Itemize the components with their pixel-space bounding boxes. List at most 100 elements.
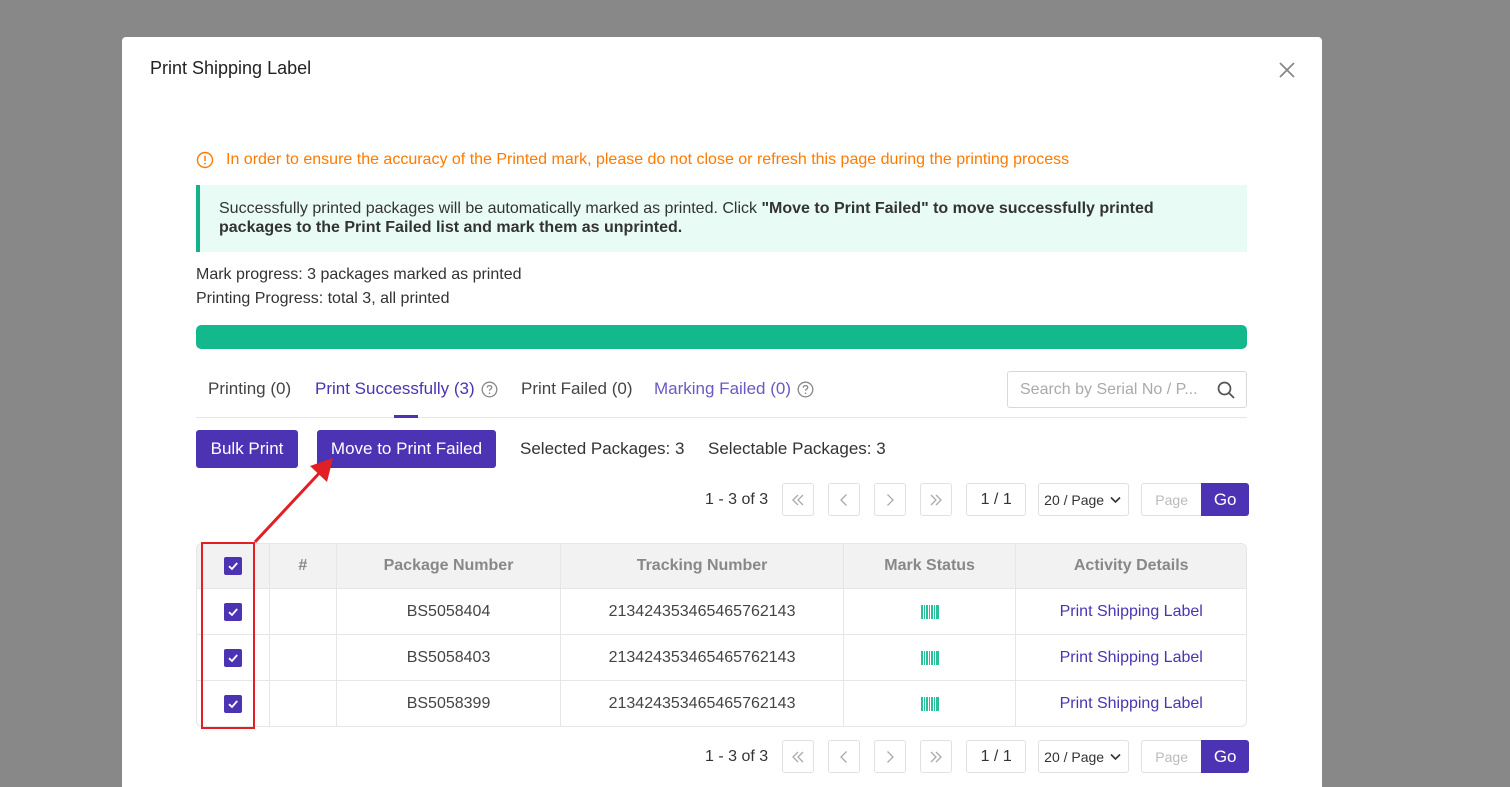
double-chevron-right-icon: [930, 494, 943, 505]
row-checkbox[interactable]: [223, 694, 242, 713]
double-chevron-right-icon: [930, 751, 943, 762]
search-icon[interactable]: [1216, 380, 1236, 400]
barcode-icon: [920, 696, 939, 711]
row-index: [268, 635, 336, 680]
double-chevron-left-icon: [792, 494, 804, 505]
page-jump-input[interactable]: [1141, 740, 1202, 773]
selected-packages-count: Selected Packages: 3: [520, 439, 685, 458]
warning-icon: [196, 151, 214, 169]
first-page-button[interactable]: [782, 740, 815, 773]
chevron-left-icon: [840, 493, 848, 506]
tab-label: Print Successfully (3): [315, 379, 475, 398]
chevron-down-icon: [1110, 496, 1121, 504]
row-checkbox-cell: [197, 635, 269, 680]
row-checkbox[interactable]: [223, 602, 242, 621]
tab-print-failed[interactable]: Print Failed (0): [521, 379, 632, 399]
last-page-button[interactable]: [920, 483, 953, 516]
row-index: [268, 589, 336, 634]
mark-status: [842, 589, 1016, 634]
mark-status: [842, 681, 1016, 726]
search-input[interactable]: [1020, 380, 1216, 399]
packages-table: # Package Number Tracking Number Mark St…: [196, 543, 1247, 727]
modal-title: Print Shipping Label: [150, 58, 312, 78]
bulk-print-button[interactable]: Bulk Print: [196, 430, 298, 468]
page-size-value: 20 / Page: [1044, 748, 1105, 765]
first-page-button[interactable]: [782, 483, 815, 516]
table-row: BS5058403 213424353465465762143 Print Sh…: [197, 634, 1246, 680]
next-page-button[interactable]: [874, 740, 907, 773]
tab-label: Print Failed (0): [521, 379, 633, 398]
package-number: BS5058403: [335, 635, 561, 680]
tracking-number: 213424353465465762143: [560, 635, 842, 680]
page-jump-input[interactable]: [1141, 483, 1202, 516]
tab-label: Printing (0): [208, 379, 292, 398]
page-info: 1 / 1: [966, 740, 1027, 773]
pagination-range: 1 - 3 of 3: [705, 747, 769, 765]
print-shipping-label-link[interactable]: Print Shipping Label: [1060, 603, 1203, 621]
table-row: BS5058404 213424353465465762143 Print Sh…: [197, 588, 1246, 634]
activity-details: Print Shipping Label: [1015, 681, 1246, 726]
move-to-print-failed-button[interactable]: Move to Print Failed: [317, 430, 496, 468]
pagination-bottom: 1 - 3 of 3 1 / 1 20 / Page Go: [705, 740, 1250, 773]
search-box[interactable]: [1007, 371, 1247, 408]
go-button[interactable]: Go: [1201, 483, 1250, 516]
tab-label: Marking Failed (0): [654, 379, 791, 398]
row-checkbox-cell: [197, 589, 269, 634]
progress-fill: [196, 325, 1247, 349]
warning-text: In order to ensure the accuracy of the P…: [226, 151, 1070, 168]
chevron-right-icon: [887, 493, 895, 506]
help-icon[interactable]: [797, 381, 814, 398]
header-tracking-number: Tracking Number: [560, 544, 842, 588]
tracking-number: 213424353465465762143: [560, 681, 842, 726]
prev-page-button[interactable]: [828, 483, 861, 516]
last-page-button[interactable]: [920, 740, 953, 773]
activity-details: Print Shipping Label: [1015, 635, 1246, 680]
activity-details: Print Shipping Label: [1015, 589, 1246, 634]
table-header: # Package Number Tracking Number Mark St…: [197, 544, 1246, 588]
chevron-down-icon: [1110, 753, 1121, 761]
next-page-button[interactable]: [874, 483, 907, 516]
row-checkbox[interactable]: [223, 648, 242, 667]
checkmark-icon: [228, 699, 238, 708]
chevron-right-icon: [887, 750, 895, 763]
prev-page-button[interactable]: [828, 740, 861, 773]
package-number: BS5058399: [335, 681, 561, 726]
print-shipping-label-link[interactable]: Print Shipping Label: [1060, 695, 1203, 713]
printing-progress-text: Printing Progress: total 3, all printed: [196, 290, 450, 307]
double-chevron-left-icon: [792, 751, 804, 762]
notice-text: Successfully printed packages will be au…: [219, 200, 762, 217]
page-size-value: 20 / Page: [1044, 491, 1105, 508]
help-icon[interactable]: [481, 381, 498, 398]
select-all-checkbox[interactable]: [223, 557, 242, 575]
barcode-icon: [920, 650, 939, 665]
print-shipping-label-modal: Print Shipping Label In order to ensure …: [122, 37, 1322, 787]
row-checkbox-cell: [197, 681, 269, 726]
checkmark-icon: [228, 607, 238, 616]
tab-print-successfully[interactable]: Print Successfully (3): [315, 379, 498, 399]
table-row: BS5058399 213424353465465762143 Print Sh…: [197, 680, 1246, 726]
checkmark-icon: [228, 562, 238, 571]
mark-progress-text: Mark progress: 3 packages marked as prin…: [196, 266, 522, 283]
row-index: [268, 681, 336, 726]
tab-printing[interactable]: Printing (0): [208, 379, 291, 399]
pagination-top: 1 - 3 of 3 1 / 1 20 / Page Go: [705, 483, 1250, 516]
pagination-range: 1 - 3 of 3: [705, 490, 769, 508]
header-package-number: Package Number: [335, 544, 561, 588]
go-button[interactable]: Go: [1201, 740, 1250, 773]
tracking-number: 213424353465465762143: [560, 589, 842, 634]
mark-status: [842, 635, 1016, 680]
warning-message: In order to ensure the accuracy of the P…: [196, 151, 1069, 169]
page-size-select[interactable]: 20 / Page: [1038, 740, 1130, 773]
info-notice: Successfully printed packages will be au…: [196, 185, 1247, 252]
progress-bar: [196, 325, 1247, 349]
print-shipping-label-link[interactable]: Print Shipping Label: [1060, 649, 1203, 667]
page-info: 1 / 1: [966, 483, 1027, 516]
header-index: #: [268, 544, 336, 588]
tab-marking-failed[interactable]: Marking Failed (0): [654, 379, 814, 399]
header-mark-status: Mark Status: [842, 544, 1016, 588]
chevron-left-icon: [840, 750, 848, 763]
page-size-select[interactable]: 20 / Page: [1038, 483, 1130, 516]
close-icon[interactable]: [1276, 59, 1298, 81]
checkmark-icon: [228, 653, 238, 662]
selectable-packages-count: Selectable Packages: 3: [708, 439, 886, 458]
